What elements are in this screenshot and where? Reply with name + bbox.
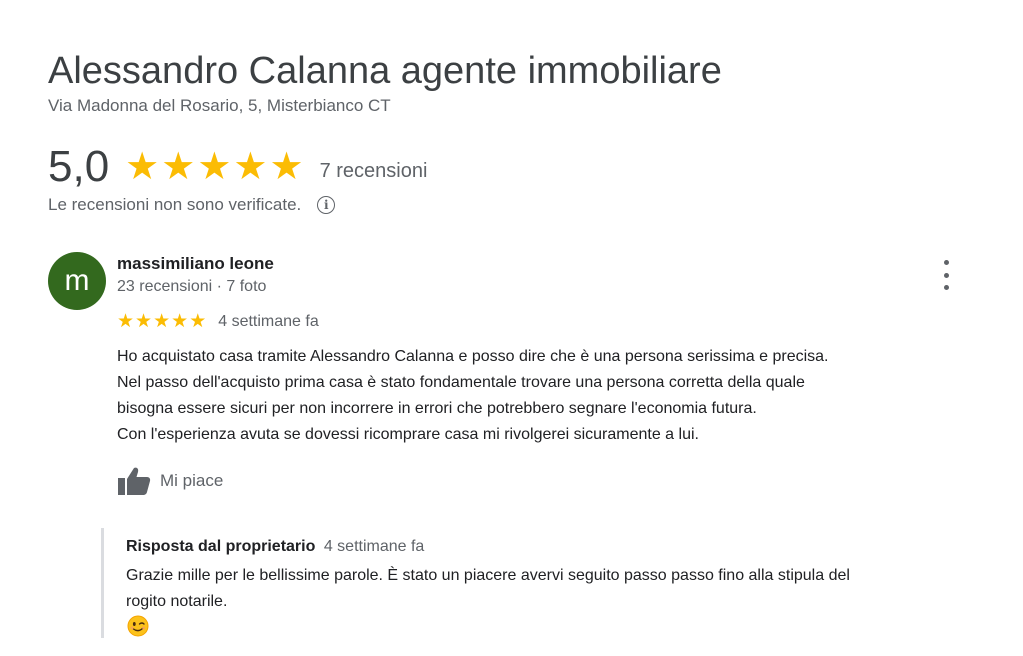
owner-reply-text: Grazie mille per le bellissime parole. È… xyxy=(126,563,996,615)
owner-reply-line: rogito notarile. xyxy=(126,593,228,610)
star-icon: ★ xyxy=(269,146,304,188)
owner-reply-header: Risposta dal proprietario 4 settimane fa xyxy=(126,538,424,556)
avatar-letter: m xyxy=(64,264,90,297)
rating-summary: 5,0 ★ ★ ★ ★ ★ 7 recensioni xyxy=(48,140,427,194)
not-verified-notice: Le recensioni non sono verificate. i xyxy=(48,194,336,216)
not-verified-text: Le recensioni non sono verificate. xyxy=(48,195,302,214)
review-text: Ho acquistato casa tramite Alessandro Ca… xyxy=(117,344,997,448)
star-icon: ★ xyxy=(171,311,189,332)
owner-reply: Risposta dal proprietario 4 settimane fa… xyxy=(101,528,1004,638)
star-icon: ★ xyxy=(135,311,153,332)
winking-face-emoji xyxy=(127,615,149,637)
star-icon: ★ xyxy=(117,311,135,332)
rating-value: 5,0 xyxy=(48,142,110,191)
star-icon: ★ xyxy=(189,311,207,332)
review-count-link[interactable]: 7 recensioni xyxy=(320,152,428,183)
review-text-line: Ho acquistato casa tramite Alessandro Ca… xyxy=(117,348,829,365)
reviewer-meta: 23 recensioni · 7 foto xyxy=(117,278,267,295)
review-stars: ★ ★ ★ ★ ★ xyxy=(117,311,206,333)
owner-reply-time: 4 settimane fa xyxy=(323,538,425,555)
review-page: Alessandro Calanna agente immobiliare Vi… xyxy=(0,0,1023,656)
owner-reply-line: Grazie mille per le bellissime parole. È… xyxy=(126,567,850,584)
review-rating: ★ ★ ★ ★ ★ 4 settimane fa xyxy=(117,311,319,333)
star-icon: ★ xyxy=(125,146,160,188)
owner-reply-label: Risposta dal proprietario xyxy=(126,538,316,555)
star-icon: ★ xyxy=(153,311,171,332)
more-vert-icon[interactable] xyxy=(936,260,956,290)
like-label: Mi piace xyxy=(160,471,224,490)
rating-stars: ★ ★ ★ ★ ★ xyxy=(125,140,303,194)
review-text-line: Con l'esperienza avuta se dovessi ricomp… xyxy=(117,426,699,443)
review-text-line: bisogna essere sicuri per non incorrere … xyxy=(117,400,757,417)
thumbs-up-icon xyxy=(118,467,151,495)
info-icon[interactable]: i xyxy=(317,196,336,214)
review-time: 4 settimane fa xyxy=(218,313,319,330)
business-name: Alessandro Calanna agente immobiliare xyxy=(48,50,722,92)
business-address: Via Madonna del Rosario, 5, Misterbianco… xyxy=(48,96,391,115)
like-button[interactable]: Mi piace xyxy=(117,465,223,497)
review-text-line: Nel passo dell'acquisto prima casa è sta… xyxy=(117,374,805,391)
star-icon: ★ xyxy=(197,146,232,188)
reviewer-name[interactable]: massimiliano leone xyxy=(117,254,274,274)
avatar[interactable]: m xyxy=(48,252,106,310)
star-icon: ★ xyxy=(233,146,268,188)
star-icon: ★ xyxy=(161,146,196,188)
